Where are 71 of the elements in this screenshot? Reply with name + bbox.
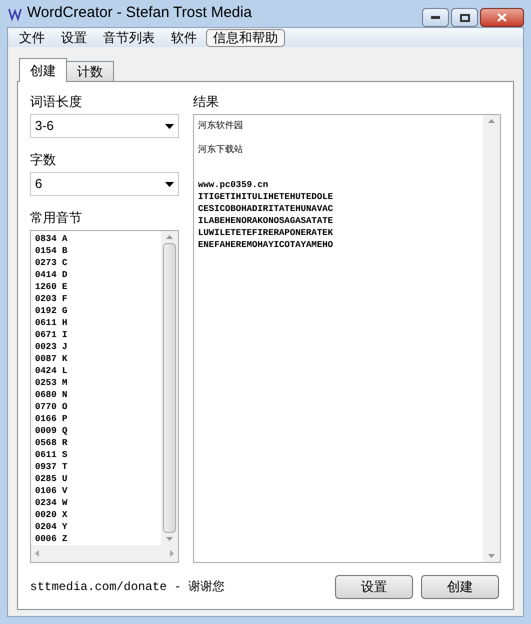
- list-item[interactable]: 0611 H: [35, 317, 161, 329]
- list-item[interactable]: 0166 P: [35, 413, 161, 425]
- list-item[interactable]: 0285 U: [35, 473, 161, 485]
- result-line: 河东下载站: [198, 143, 244, 155]
- donate-text: sttmedia.com/donate - 谢谢您: [30, 579, 224, 596]
- list-item[interactable]: 0087 K: [35, 353, 161, 365]
- up-arrow-icon: [166, 235, 173, 239]
- field-label: 常用音节: [30, 210, 83, 226]
- caret-icon: [165, 124, 174, 128]
- result-line: ENEFAHEREMOHAYICOTAYAMEHO: [198, 239, 334, 251]
- list-item[interactable]: 0234 W: [35, 497, 161, 509]
- field-label: 结果: [193, 94, 220, 110]
- list-item[interactable]: 0680 N: [35, 389, 161, 401]
- field-label: 字数: [30, 152, 57, 168]
- list-item[interactable]: 0020 X: [35, 509, 161, 521]
- close-icon: [497, 13, 507, 22]
- maximize-icon: [460, 14, 470, 22]
- minimize-icon: [431, 16, 440, 19]
- list-item[interactable]: 0253 M: [35, 377, 161, 389]
- minimize-button[interactable]: [422, 8, 449, 27]
- field-label: 词语长度: [30, 94, 83, 110]
- list-item[interactable]: 0770 O: [35, 401, 161, 413]
- list-item[interactable]: 0204 Y: [35, 521, 161, 533]
- scroll-thumb[interactable]: [163, 243, 176, 533]
- down-arrow-icon: [166, 537, 173, 541]
- maximize-button[interactable]: [451, 8, 478, 27]
- list-item[interactable]: 0154 B: [35, 245, 161, 257]
- list-item[interactable]: 0424 L: [35, 365, 161, 377]
- menu-item[interactable]: 设置: [54, 28, 94, 46]
- list-item[interactable]: 0006 Z: [35, 533, 161, 545]
- horizontal-scrollbar[interactable]: [31, 545, 178, 562]
- list-item[interactable]: 0611 S: [35, 449, 161, 461]
- menu-item[interactable]: 文件: [12, 28, 52, 46]
- up-arrow-icon: [488, 119, 495, 123]
- result-line: LUWILETETEFIRERAPONERATEK: [198, 227, 334, 239]
- action-button[interactable]: 创建: [421, 575, 499, 599]
- result-textarea[interactable]: 河东软件园 河东下载站 www.pc0359.cn ITIGETIHITULIHETEHUTEDOLE CESICOBOHADIRITATEHUNAVAC ILABEHENORAKONOSAGASATATE LUWILETETEFIRERAPONERATEK ENEFAHEREMOHAYICOTAYAMEHO: [193, 114, 501, 563]
- list-item[interactable]: 0023 J: [35, 341, 161, 353]
- list-item[interactable]: 0203 F: [35, 293, 161, 305]
- right-arrow-icon: [170, 550, 174, 557]
- result-line: ITIGETIHITULIHETEHUTEDOLE: [198, 191, 334, 203]
- tab[interactable]: 创建: [19, 58, 67, 82]
- scrollbar[interactable]: [483, 115, 500, 562]
- menu-item[interactable]: 信息和帮助: [206, 28, 285, 46]
- list-item[interactable]: 0192 G: [35, 305, 161, 317]
- result-line: ILABEHENORAKONOSAGASATATE: [198, 215, 334, 227]
- action-button[interactable]: 设置: [335, 575, 413, 599]
- tab[interactable]: 计数: [66, 61, 114, 81]
- menu-item[interactable]: 软件: [164, 28, 204, 46]
- menu-item[interactable]: 音节列表: [96, 28, 162, 46]
- window-title: WordCreator - Stefan Trost Media: [27, 3, 252, 24]
- list-item[interactable]: 0834 A: [35, 233, 161, 245]
- result-line: www.pc0359.cn: [198, 179, 270, 191]
- dropdown[interactable]: 6: [30, 172, 179, 196]
- result-line: CESICOBOHADIRITATEHUNAVAC: [198, 203, 334, 215]
- list-item[interactable]: 0414 D: [35, 269, 161, 281]
- list-item[interactable]: 1260 E: [35, 281, 161, 293]
- down-arrow-icon: [488, 554, 495, 558]
- close-button[interactable]: [480, 8, 524, 27]
- list-item[interactable]: 0671 I: [35, 329, 161, 341]
- list-item[interactable]: 0106 V: [35, 485, 161, 497]
- left-arrow-icon: [35, 550, 39, 557]
- result-line: 河东软件园: [198, 119, 244, 131]
- list-item[interactable]: 0009 Q: [35, 425, 161, 437]
- list-item[interactable]: 0568 R: [35, 437, 161, 449]
- caret-icon: [165, 182, 174, 186]
- dropdown[interactable]: 3-6: [30, 114, 179, 138]
- list-item[interactable]: 0273 C: [35, 257, 161, 269]
- list-item[interactable]: 0937 T: [35, 461, 161, 473]
- scrollbar[interactable]: [161, 231, 178, 545]
- syllable-list[interactable]: 0834 A 0154 B 0273 C 0414 D 1260 E 0203 F 0192 G 0611 H 0671 I 0023 J 0087 K 0424 L 0253 M 0680 N 0770 O 0166 P 0009 Q 0568 R 0611 S 0937 T 0285 U 0106 V 0234 W 0020 X 0204 Y 0006 Z: [30, 230, 179, 563]
